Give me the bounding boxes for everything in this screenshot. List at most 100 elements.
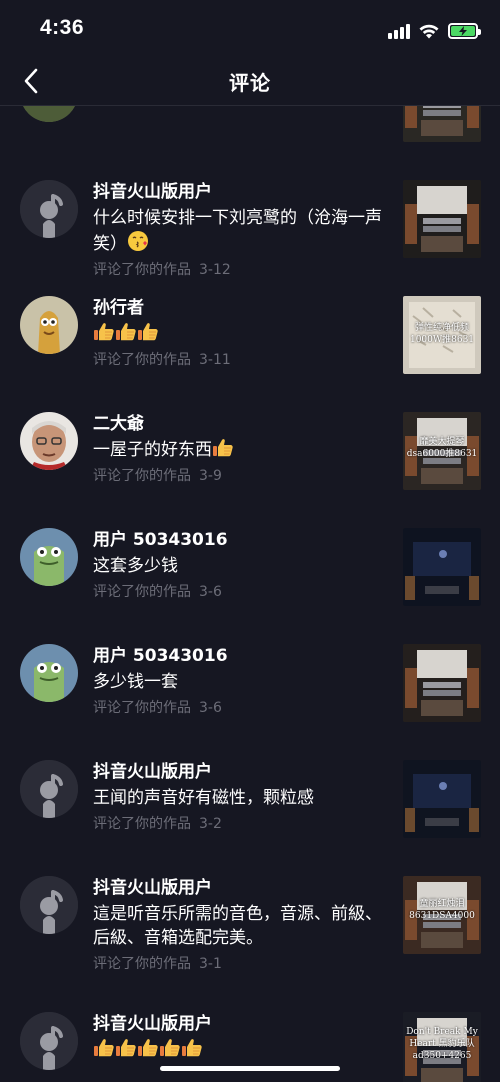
video-thumbnail[interactable] [403,528,481,606]
user-name[interactable]: 抖音火山版用户 [93,876,393,900]
notification-row[interactable]: 抖音火山版用户 什么时候安排一下刘亮鹭的（沧海一声笑） 评论了你的作品 3-12 [0,164,500,280]
notification-row[interactable]: 二大爺一屋子的好东西评论了你的作品 3-9 靡美大提琴 dsa6000推8631 [0,396,500,512]
thumbs-up-emoji-icon [115,323,137,344]
comment-date: 3-2 [199,816,222,832]
comment-meta: 评论了你的作品 3-6 [93,698,393,718]
notification-text: 二大爺一屋子的好东西评论了你的作品 3-9 [93,396,393,486]
notification-text: 孙行者评论了你的作品 3-11 [93,280,393,370]
page-title: 评论 [229,71,271,95]
notification-text: 抖音火山版用户 什么时候安排一下刘亮鹭的（沧海一声笑） 评论了你的作品 3-12 [93,164,393,280]
comment-meta: 评论了你的作品 3-1 [93,954,393,974]
notification-row[interactable]: 抖音火山版用户王闻的声音好有磁性，颗粒感评论了你的作品 3-2 [0,744,500,860]
video-thumbnail[interactable]: Don't Break My Heart 黑豹乐队 ad350+4265 [403,1012,481,1082]
comment-date: 3-6 [199,584,222,600]
comment-date: 3-9 [199,468,222,484]
avatar[interactable] [20,644,78,702]
nav-bar: 评论 [0,56,500,106]
avatar[interactable] [20,180,78,238]
thumbs-up-emoji-icon [212,439,234,460]
user-name[interactable]: 抖音火山版用户 [93,1012,393,1036]
thumbs-up-emoji-icon [137,323,159,344]
comment-content: 一屋子的好东西 [93,440,212,460]
comment-text: 這是听音乐所需的音色，音源、前級、后級、音箱选配完美。 [93,902,393,950]
thumbnail-caption: 靡美大提琴 dsa6000推8631 [406,437,478,459]
notification-row[interactable]: 孙行者评论了你的作品 3-11 弹性纯净低频1000W推8631 [0,280,500,396]
user-name[interactable]: 孙行者 [93,296,393,320]
comment-date: 3-12 [199,262,231,278]
video-thumbnail[interactable] [403,644,481,722]
comment-text: 多少钱一套 [93,670,393,694]
comment-list: 高音清脆低音雄厚评论了你的作品3-19抖音火山版用户什么时候安排一下刘亮鹭的（沧… [0,106,500,1082]
video-thumbnail[interactable]: 童丽红烛泪 8631DSA4000 [403,876,481,954]
comment-content: 这套多少钱 [93,556,178,576]
comment-text: 这套多少钱 [93,554,393,578]
video-thumbnail[interactable] [403,106,481,142]
video-thumbnail[interactable] [403,760,481,838]
comment-content: 這是听音乐所需的音色，音源、前級、后級、音箱选配完美。 [93,904,382,948]
status-icons [388,20,481,42]
notification-text: 抖音火山版用户這是听音乐所需的音色，音源、前級、后級、音箱选配完美。评论了你的作… [93,860,393,974]
notification-row[interactable]: 用户 50343016 这套多少钱评论了你的作品 3-6 [0,512,500,628]
comment-content: 王闻的声音好有磁性，颗粒感 [93,788,314,808]
avatar[interactable] [20,296,78,354]
video-thumbnail[interactable]: 弹性纯净低频1000W推8631 [403,296,481,374]
notification-text: 用户 50343016 多少钱一套评论了你的作品 3-6 [93,628,393,718]
status-time: 4:36 [40,16,85,39]
video-thumbnail[interactable]: 靡美大提琴 dsa6000推8631 [403,412,481,490]
notification-text: 用户 50343016 这套多少钱评论了你的作品 3-6 [93,512,393,602]
notification-text: 抖音火山版用户 [93,996,393,1062]
signal-icon [388,23,410,39]
notification-row[interactable]: 高音清脆低音雄厚评论了你的作品3-19 [0,106,500,164]
comment-date: 3-1 [199,956,222,972]
notification-row[interactable]: 抖音火山版用户這是听音乐所需的音色，音源、前級、后級、音箱选配完美。评论了你的作… [0,860,500,976]
notification-text: 抖音火山版用户王闻的声音好有磁性，颗粒感评论了你的作品 3-2 [93,744,393,834]
comment-content: 多少钱一套 [93,672,178,692]
comment-text: 王闻的声音好有磁性，颗粒感 [93,786,393,810]
thumbnail-caption: 童丽红烛泪 8631DSA4000 [409,899,475,921]
user-name[interactable]: 抖音火山版用户 [93,760,393,784]
status-bar: 4:36 [0,0,500,56]
action-text: 评论了你的作品 [93,262,191,278]
action-text: 评论了你的作品 [93,584,191,600]
comment-date: 3-11 [199,352,231,368]
avatar[interactable] [20,1012,78,1070]
screen: 4:36 评论 高音清脆低音雄厚评论了你的作品3-19 [0,0,500,1082]
notification-row[interactable]: 用户 50343016 多少钱一套评论了你的作品 3-6 [0,628,500,744]
home-indicator[interactable] [160,1066,340,1071]
thumbs-up-emoji-icon [159,1039,181,1060]
avatar[interactable] [20,760,78,818]
user-name[interactable]: 用户 50343016 [93,644,393,668]
thumbs-up-emoji-icon [137,1039,159,1060]
comment-meta: 评论了你的作品 3-9 [93,466,393,486]
video-thumbnail[interactable] [403,180,481,258]
user-name[interactable]: 抖音火山版用户 [93,180,393,204]
avatar[interactable] [20,412,78,470]
comment-meta: 评论了你的作品 3-12 [93,260,393,280]
user-name[interactable]: 用户 50343016 [93,528,393,552]
comment-text [93,322,393,346]
thumbs-up-emoji-icon [181,1039,203,1060]
action-text: 评论了你的作品 [93,816,191,832]
avatar[interactable] [20,876,78,934]
action-text: 评论了你的作品 [93,956,191,972]
kiss-emoji-icon [127,231,149,254]
thumbs-up-emoji-icon [115,1039,137,1060]
wifi-icon [419,24,439,39]
thumbnail-caption: 弹性纯净低频1000W推8631 [409,323,475,345]
comment-meta: 评论了你的作品 3-11 [93,350,393,370]
thumbs-up-emoji-icon [93,323,115,344]
action-text: 评论了你的作品 [93,700,191,716]
user-name[interactable]: 二大爺 [93,412,393,436]
thumbs-up-emoji-icon [93,1039,115,1060]
avatar[interactable] [20,528,78,586]
comment-date: 3-6 [199,700,222,716]
action-text: 评论了你的作品 [93,468,191,484]
action-text: 评论了你的作品 [93,352,191,368]
comment-text: 什么时候安排一下刘亮鹭的（沧海一声笑） [93,206,393,256]
comment-meta: 评论了你的作品 3-2 [93,814,393,834]
comment-text [93,1038,393,1062]
battery-charging-icon [448,23,481,39]
comment-text: 一屋子的好东西 [93,438,393,462]
avatar[interactable] [20,106,78,122]
thumbnail-caption: Don't Break My Heart 黑豹乐队 ad350+4265 [406,1027,478,1061]
